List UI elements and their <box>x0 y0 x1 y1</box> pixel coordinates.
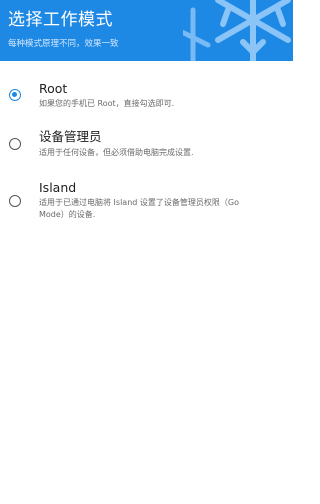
option-device-admin-title: 设备管理员 <box>39 129 102 144</box>
option-island-title: Island <box>39 180 77 195</box>
option-root[interactable]: Root 如果您的手机已 Root，直接勾选即可. <box>0 80 293 114</box>
radio-island[interactable] <box>9 195 21 207</box>
option-device-admin[interactable]: 设备管理员 适用于任何设备，但必须借助电脑完成设置. <box>0 128 293 162</box>
page-title: 选择工作模式 <box>8 10 113 30</box>
option-island[interactable]: Island 适用于已通过电脑将 Island 设置了设备管理员权限（Go Mo… <box>0 179 293 225</box>
option-island-description-line2: Mode）的设备. <box>39 210 96 219</box>
option-device-admin-description: 适用于任何设备，但必须借助电脑完成设置. <box>39 148 194 157</box>
snowflake-icon <box>183 0 291 61</box>
option-root-description: 如果您的手机已 Root，直接勾选即可. <box>39 99 175 108</box>
radio-device-admin[interactable] <box>9 138 21 150</box>
option-root-title: Root <box>39 81 68 96</box>
radio-root[interactable] <box>9 89 21 101</box>
header-bar: 选择工作模式 每种模式原理不同，效果一致 <box>0 0 293 61</box>
page-subtitle: 每种模式原理不同，效果一致 <box>8 39 119 49</box>
option-island-description-line1: 适用于已通过电脑将 Island 设置了设备管理员权限（Go <box>39 198 239 207</box>
